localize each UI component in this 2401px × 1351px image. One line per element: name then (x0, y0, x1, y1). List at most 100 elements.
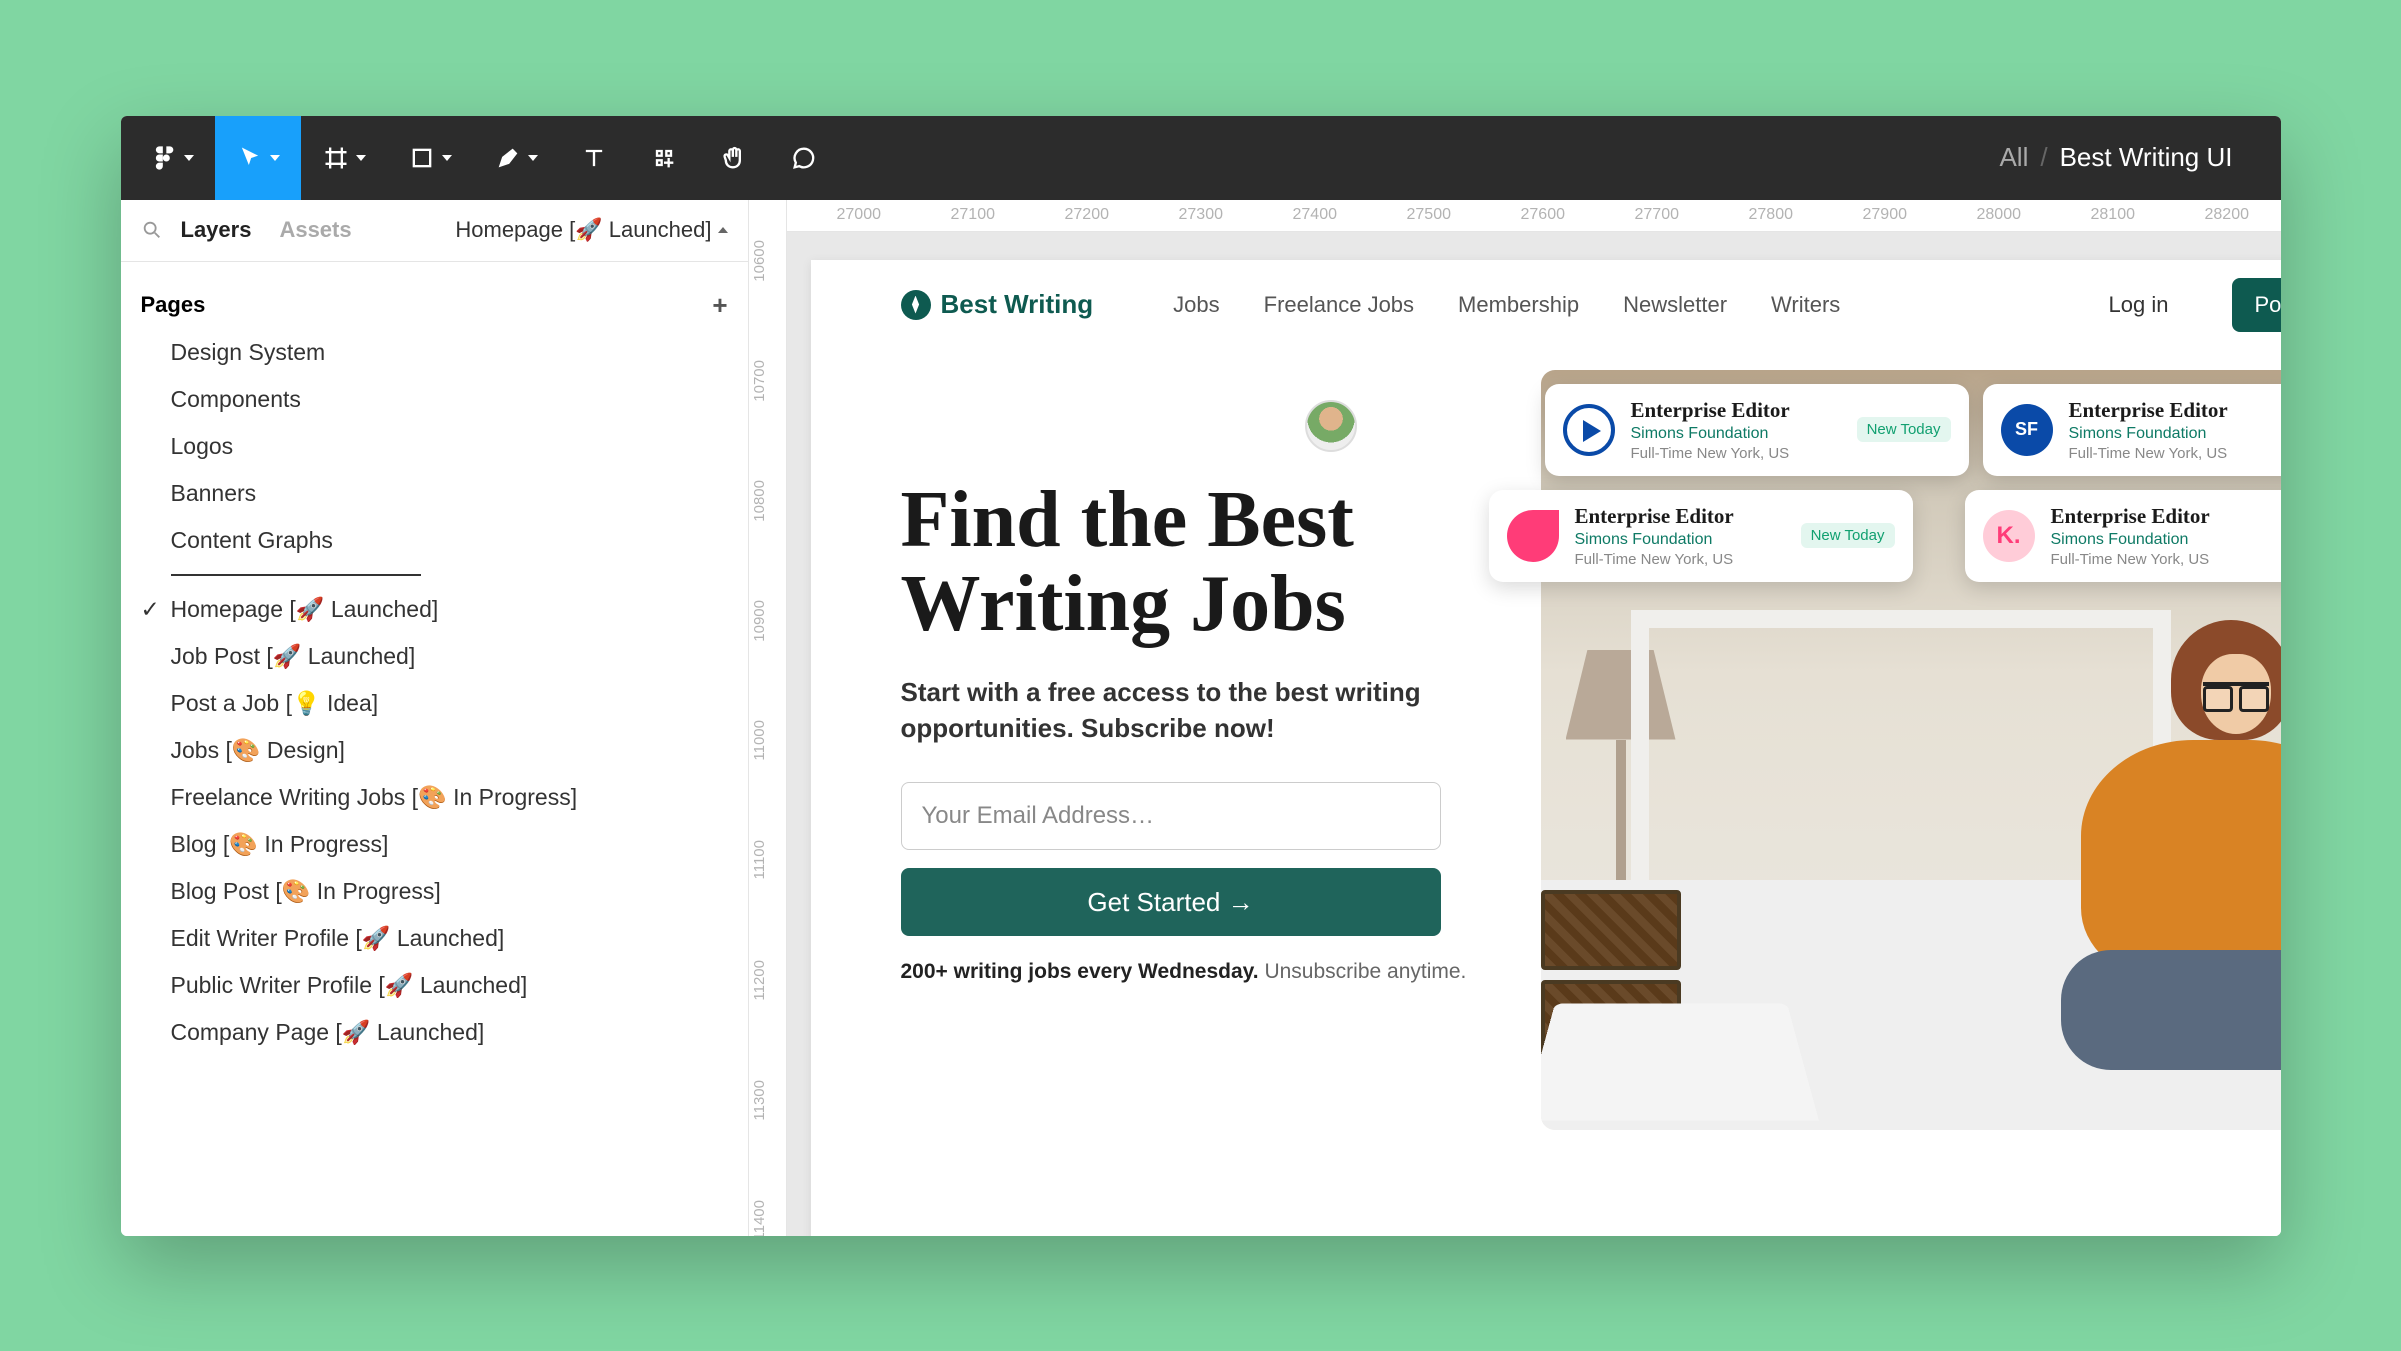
job-card[interactable]: SFEnterprise EditorSimons FoundationFull… (1983, 384, 2281, 476)
page-item[interactable]: Logos (121, 423, 748, 470)
ruler-tick: 27000 (837, 206, 882, 224)
page-item[interactable]: Blog [🎨 In Progress] (121, 821, 748, 868)
rectangle-icon (408, 144, 436, 172)
job-title: Enterprise Editor (1575, 504, 1785, 529)
ruler-tick: 28100 (2091, 206, 2136, 224)
job-company: Simons Foundation (1575, 531, 1785, 549)
ruler-tick: 27200 (1065, 206, 1110, 224)
ruler-tick: 27400 (1293, 206, 1338, 224)
job-card[interactable]: K. Enterprise Editor Simons Foundation Full… (1965, 490, 2281, 582)
page-item[interactable]: Freelance Writing Jobs [🎨 In Progress] (121, 774, 748, 821)
ruler-tick: 10700 (751, 360, 768, 402)
tab-layers[interactable]: Layers (181, 217, 252, 243)
job-card[interactable]: Enterprise Editor Simons Foundation Full-T… (1489, 490, 1913, 582)
job-company-icon (1563, 404, 1615, 456)
frame-tool-button[interactable] (301, 116, 387, 200)
email-input[interactable]: Your Email Address… (901, 782, 1441, 850)
ruler-tick: 27900 (1863, 206, 1908, 224)
page-item[interactable]: Design System (121, 329, 748, 376)
breadcrumb[interactable]: All / Best Writing UI (1999, 142, 2272, 173)
ruler-tick: 10900 (751, 600, 768, 642)
ruler-tick: 11000 (751, 720, 768, 761)
job-badge: New Today (1857, 417, 1951, 442)
ruler-tick: 27800 (1749, 206, 1794, 224)
check-icon: ✓ (141, 596, 160, 623)
ruler-tick: 28000 (1977, 206, 2022, 224)
canvas-area[interactable]: 2700027100272002730027400275002760027700… (787, 200, 2281, 1236)
move-tool-button[interactable] (215, 116, 301, 200)
comment-icon (790, 144, 818, 172)
chevron-down-icon (528, 155, 538, 161)
toolbar: All / Best Writing UI (121, 116, 2281, 200)
page-item[interactable]: Jobs [🎨 Design] (121, 727, 748, 774)
nav-link[interactable]: Freelance Jobs (1264, 292, 1414, 318)
nav-link[interactable]: Writers (1771, 292, 1840, 318)
hand-tool-button[interactable] (699, 116, 769, 200)
page-item[interactable]: Company Page [🚀 Launched] (121, 1009, 748, 1056)
ruler-horizontal: 2700027100272002730027400275002760027700… (787, 200, 2281, 232)
comment-tool-button[interactable] (769, 116, 839, 200)
chevron-down-icon (270, 155, 280, 161)
ruler-tick: 11100 (751, 840, 768, 880)
nav-link[interactable]: Membership (1458, 292, 1579, 318)
job-badge: New Today (1801, 523, 1895, 548)
breadcrumb-root[interactable]: All (1999, 142, 2028, 173)
get-started-button[interactable]: Get Started → (901, 868, 1441, 936)
job-meta: Full-Time New York, US (2051, 551, 2281, 568)
logo-mark-icon (901, 290, 931, 320)
logo-text: Best Writing (941, 289, 1094, 320)
login-link[interactable]: Log in (2109, 292, 2169, 318)
resources-tool-button[interactable] (629, 116, 699, 200)
current-page-label: Homepage [🚀 Launched] (455, 217, 711, 243)
hand-icon (720, 144, 748, 172)
job-company-icon: K. (1983, 510, 2035, 562)
page-item[interactable]: Content Graphs (121, 517, 748, 564)
job-company: Simons Foundation (2069, 425, 2281, 443)
page-item[interactable]: Edit Writer Profile [🚀 Launched] (121, 915, 748, 962)
job-company: Simons Foundation (2051, 531, 2281, 549)
hero-disclaimer: 200+ writing jobs every Wednesday. Unsub… (901, 960, 1467, 984)
page-selector[interactable]: Homepage [🚀 Launched] (455, 217, 727, 243)
site-logo[interactable]: Best Writing (901, 289, 1094, 320)
page-item[interactable]: Public Writer Profile [🚀 Launched] (121, 962, 748, 1009)
page-item[interactable]: Blog Post [🎨 In Progress] (121, 868, 748, 915)
hero-title: Find the Best Writing Jobs (901, 478, 1501, 646)
figma-window: All / Best Writing UI Layers Assets Home… (121, 116, 2281, 1236)
page-item[interactable]: Post a Job [💡 Idea] (121, 680, 748, 727)
text-tool-button[interactable] (559, 116, 629, 200)
main-menu-button[interactable] (129, 116, 215, 200)
ruler-tick: 11300 (751, 1080, 768, 1121)
ruler-tick: 27700 (1635, 206, 1680, 224)
breadcrumb-file[interactable]: Best Writing UI (2060, 142, 2233, 173)
ruler-tick: 28200 (2205, 206, 2250, 224)
ruler-tick: 27300 (1179, 206, 1224, 224)
pen-icon (494, 144, 522, 172)
ruler-tick: 27500 (1407, 206, 1452, 224)
job-title: Enterprise Editor (2051, 504, 2281, 529)
ruler-tick: 10600 (751, 240, 768, 282)
search-icon[interactable] (141, 219, 163, 241)
page-item[interactable]: Components (121, 376, 748, 423)
nav-link[interactable]: Jobs (1173, 292, 1219, 318)
job-title: Enterprise Editor (1631, 398, 1841, 423)
job-card[interactable]: Enterprise EditorSimons FoundationFull-T… (1545, 384, 1969, 476)
tab-assets[interactable]: Assets (279, 217, 351, 243)
page-item[interactable]: ✓Homepage [🚀 Launched] (121, 586, 748, 633)
page-item[interactable]: Job Post [🚀 Launched] (121, 633, 748, 680)
job-company-icon: SF (2001, 404, 2053, 456)
design-frame-homepage[interactable]: Best Writing Jobs Freelance Jobs Membershi… (811, 260, 2281, 1236)
shape-tool-button[interactable] (387, 116, 473, 200)
nav-link[interactable]: Newsletter (1623, 292, 1727, 318)
chevron-down-icon (356, 155, 366, 161)
site-nav: Jobs Freelance Jobs Membership Newsletter Wr… (1173, 292, 1840, 318)
ruler-tick: 10800 (751, 480, 768, 522)
job-title: Enterprise Editor (2069, 398, 2281, 423)
email-placeholder: Your Email Address… (922, 802, 1155, 830)
hero-illustration: Enterprise Editor Simons Foundation Full-T… (1541, 370, 2281, 1130)
page-item[interactable]: Banners (121, 470, 748, 517)
pen-tool-button[interactable] (473, 116, 559, 200)
job-company: Simons Foundation (1631, 425, 1841, 443)
add-page-button[interactable]: + (712, 290, 727, 321)
post-job-button[interactable]: Post (2232, 278, 2280, 332)
job-meta: Full-Time New York, US (1575, 551, 1785, 568)
